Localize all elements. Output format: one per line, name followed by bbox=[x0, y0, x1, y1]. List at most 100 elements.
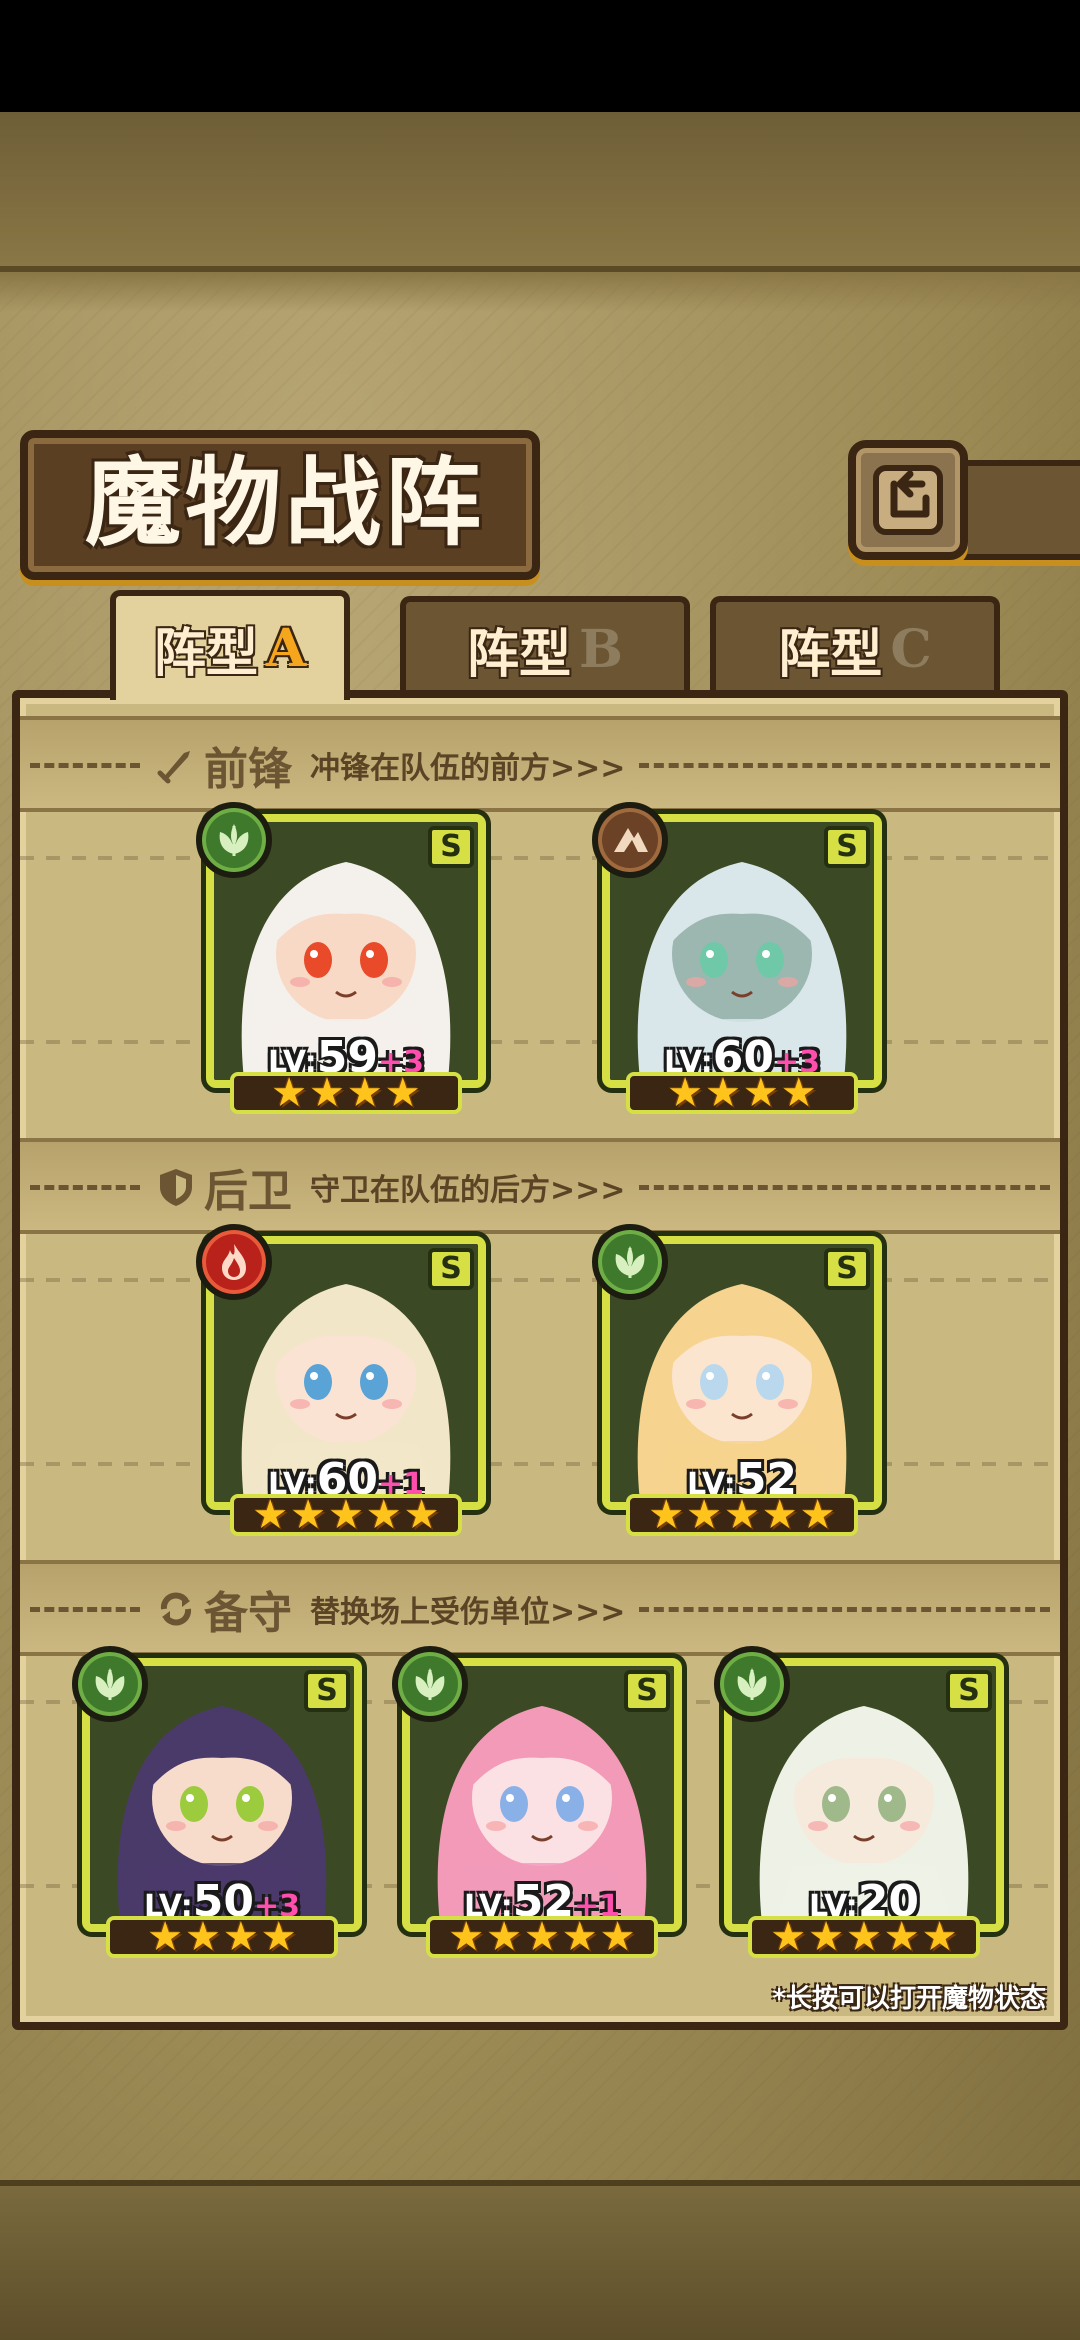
star-icon: ★ bbox=[347, 1070, 383, 1116]
star-icon: ★ bbox=[185, 1914, 221, 1960]
status-bar bbox=[0, 0, 1080, 112]
element-badge bbox=[714, 1646, 790, 1722]
star-icon: ★ bbox=[808, 1914, 845, 1960]
star-icon: ★ bbox=[761, 1492, 798, 1538]
star-icon: ★ bbox=[846, 1914, 882, 1960]
monster-card[interactable]: S LV:60+1 ★ ★ ★ ★ ★ bbox=[196, 1224, 486, 1536]
monster-card[interactable]: S LV:59+3 ★ ★ ★ ★ bbox=[196, 802, 486, 1114]
divider bbox=[30, 1606, 140, 1612]
star-icon: ★ bbox=[524, 1914, 560, 1960]
star-rating: ★ ★ ★ ★ bbox=[230, 1072, 462, 1114]
monster-card[interactable]: S LV:50+3 ★ ★ ★ ★ bbox=[72, 1646, 362, 1958]
back-button[interactable] bbox=[848, 440, 968, 560]
monster-card[interactable]: S LV:60+3 ★ ★ ★ ★ bbox=[592, 802, 882, 1114]
row-band-rearguard bbox=[20, 1222, 1060, 1522]
star-icon: ★ bbox=[705, 1070, 741, 1116]
star-icon: ★ bbox=[648, 1492, 685, 1538]
shield-icon bbox=[160, 1169, 192, 1206]
element-badge bbox=[392, 1646, 468, 1722]
rank-badge: S bbox=[946, 1670, 992, 1712]
star-icon: ★ bbox=[724, 1492, 760, 1538]
star-icon: ★ bbox=[599, 1914, 636, 1960]
tab-label: 阵型 bbox=[467, 623, 572, 685]
swap-icon bbox=[160, 1592, 192, 1626]
rank-badge: S bbox=[624, 1670, 670, 1712]
section-header-rearguard: 后卫 守卫在队伍的后方>>> bbox=[30, 1152, 1050, 1222]
star-icon: ★ bbox=[260, 1914, 297, 1960]
monster-card[interactable]: S LV:52+1 ★ ★ ★ ★ ★ bbox=[392, 1646, 682, 1958]
star-rating: ★ ★ ★ ★ ★ bbox=[426, 1916, 658, 1958]
top-wood-strip bbox=[0, 112, 1080, 272]
scroll-edge bbox=[0, 272, 1080, 312]
star-icon: ★ bbox=[290, 1492, 327, 1538]
leaf-element-icon bbox=[219, 824, 249, 857]
sword-icon bbox=[157, 751, 190, 784]
star-icon: ★ bbox=[799, 1492, 836, 1538]
rank-badge: S bbox=[304, 1670, 350, 1712]
star-icon: ★ bbox=[384, 1070, 421, 1116]
star-rating: ★ ★ ★ ★ ★ bbox=[626, 1494, 858, 1536]
element-badge bbox=[592, 802, 668, 878]
star-icon: ★ bbox=[667, 1070, 704, 1116]
divider bbox=[639, 762, 1050, 768]
fire-element-icon bbox=[222, 1244, 246, 1280]
leaf-element-icon bbox=[737, 1668, 767, 1701]
star-icon: ★ bbox=[309, 1070, 345, 1116]
monster-card[interactable]: S LV:20 ★ ★ ★ ★ ★ bbox=[714, 1646, 1004, 1958]
earth-element-icon bbox=[614, 828, 648, 852]
star-icon: ★ bbox=[448, 1914, 485, 1960]
star-icon: ★ bbox=[486, 1914, 523, 1960]
section-title: 后卫 bbox=[204, 1166, 292, 1217]
bottom-wood-strip bbox=[0, 2180, 1080, 2340]
star-icon: ★ bbox=[883, 1914, 920, 1960]
element-badge bbox=[592, 1224, 668, 1300]
divider bbox=[30, 1184, 140, 1190]
section-header-reserve: 备守 替换场上受伤单位>>> bbox=[30, 1574, 1050, 1644]
element-badge bbox=[196, 1224, 272, 1300]
rank-badge: S bbox=[824, 826, 870, 868]
tab-label: 阵型 bbox=[778, 623, 883, 685]
page-title: 魔物战阵 bbox=[85, 446, 485, 559]
star-icon: ★ bbox=[561, 1914, 598, 1960]
section-header-vanguard: 前锋 冲锋在队伍的前方>>> bbox=[30, 730, 1050, 800]
rank-badge: S bbox=[824, 1248, 870, 1290]
star-icon: ★ bbox=[403, 1492, 440, 1538]
tab-formation-c[interactable]: 阵型 C bbox=[710, 596, 1000, 696]
divider bbox=[639, 1184, 1050, 1190]
element-badge bbox=[72, 1646, 148, 1722]
footer-note: *长按可以打开魔物状态 bbox=[772, 1984, 1046, 2014]
star-icon: ★ bbox=[770, 1914, 807, 1960]
row-band-vanguard bbox=[20, 800, 1060, 1100]
return-arrow-icon bbox=[873, 465, 943, 535]
star-icon: ★ bbox=[743, 1070, 779, 1116]
tab-letter: B bbox=[579, 618, 623, 680]
element-badge bbox=[196, 802, 272, 878]
star-icon: ★ bbox=[252, 1492, 289, 1538]
star-rating: ★ ★ ★ ★ ★ bbox=[748, 1916, 980, 1958]
tab-label: 阵型 bbox=[153, 622, 258, 684]
leaf-element-icon bbox=[95, 1668, 125, 1701]
tab-formation-b[interactable]: 阵型 B bbox=[400, 596, 690, 696]
star-icon: ★ bbox=[223, 1914, 259, 1960]
star-icon: ★ bbox=[147, 1914, 184, 1960]
star-icon: ★ bbox=[921, 1914, 958, 1960]
leaf-element-icon bbox=[415, 1668, 445, 1701]
tab-letter: A bbox=[265, 617, 307, 679]
divider bbox=[30, 762, 140, 768]
star-icon: ★ bbox=[328, 1492, 364, 1538]
monster-card[interactable]: S LV:52 ★ ★ ★ ★ ★ bbox=[592, 1224, 882, 1536]
star-icon: ★ bbox=[780, 1070, 817, 1116]
tab-formation-a[interactable]: 阵型 A bbox=[110, 590, 350, 700]
section-title: 前锋 bbox=[204, 744, 292, 795]
tab-letter: C bbox=[890, 618, 932, 680]
section-description: 冲锋在队伍的前方>>> bbox=[310, 751, 626, 786]
rank-badge: S bbox=[428, 826, 474, 868]
star-rating: ★ ★ ★ ★ bbox=[106, 1916, 338, 1958]
star-icon: ★ bbox=[686, 1492, 723, 1538]
star-icon: ★ bbox=[365, 1492, 402, 1538]
star-rating: ★ ★ ★ ★ bbox=[626, 1072, 858, 1114]
section-description: 替换场上受伤单位>>> bbox=[310, 1595, 626, 1630]
star-rating: ★ ★ ★ ★ ★ bbox=[230, 1494, 462, 1536]
leaf-element-icon bbox=[615, 1246, 645, 1279]
star-icon: ★ bbox=[271, 1070, 308, 1116]
